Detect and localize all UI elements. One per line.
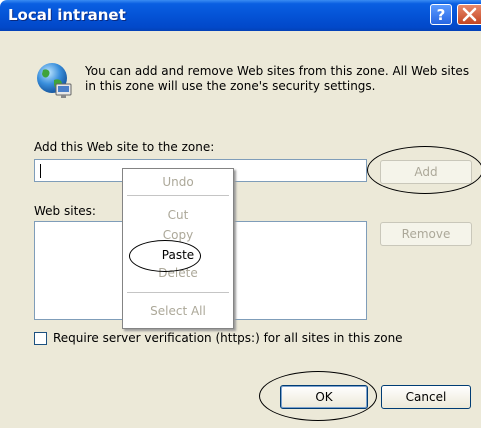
- ok-button[interactable]: OK: [280, 385, 368, 409]
- require-https-label: Require server verification (https:) for…: [53, 331, 403, 345]
- menu-item-select-all[interactable]: Select All: [123, 304, 233, 318]
- context-menu: Undo Cut Copy Paste Delete Select All: [122, 168, 234, 329]
- menu-item-undo[interactable]: Undo: [123, 175, 233, 189]
- close-icon: [462, 7, 477, 22]
- require-https-checkbox[interactable]: [34, 332, 47, 345]
- help-button[interactable]: ?: [430, 4, 452, 25]
- menu-item-paste[interactable]: Paste: [123, 248, 233, 262]
- svg-text:?: ?: [437, 6, 446, 24]
- title-bar[interactable]: Local intranet ?: [0, 0, 481, 31]
- menu-separator: [127, 195, 229, 196]
- close-button[interactable]: [457, 4, 481, 25]
- websites-label: Web sites:: [34, 204, 96, 218]
- remove-button[interactable]: Remove: [380, 222, 472, 246]
- intranet-globe-icon: [37, 63, 72, 98]
- add-site-label: Add this Web site to the zone:: [34, 140, 215, 154]
- add-button[interactable]: Add: [380, 160, 472, 184]
- question-icon: ?: [437, 6, 446, 24]
- local-intranet-dialog: Local intranet ? You can add and remove …: [0, 0, 481, 428]
- menu-item-delete[interactable]: Delete: [123, 266, 233, 280]
- menu-item-copy[interactable]: Copy: [123, 228, 233, 242]
- menu-item-cut[interactable]: Cut: [123, 208, 233, 222]
- window-title: Local intranet: [8, 6, 126, 24]
- menu-separator: [127, 292, 229, 293]
- cancel-button[interactable]: Cancel: [381, 385, 471, 409]
- text-caret: [40, 164, 41, 178]
- zone-info-text: You can add and remove Web sites from th…: [85, 64, 470, 93]
